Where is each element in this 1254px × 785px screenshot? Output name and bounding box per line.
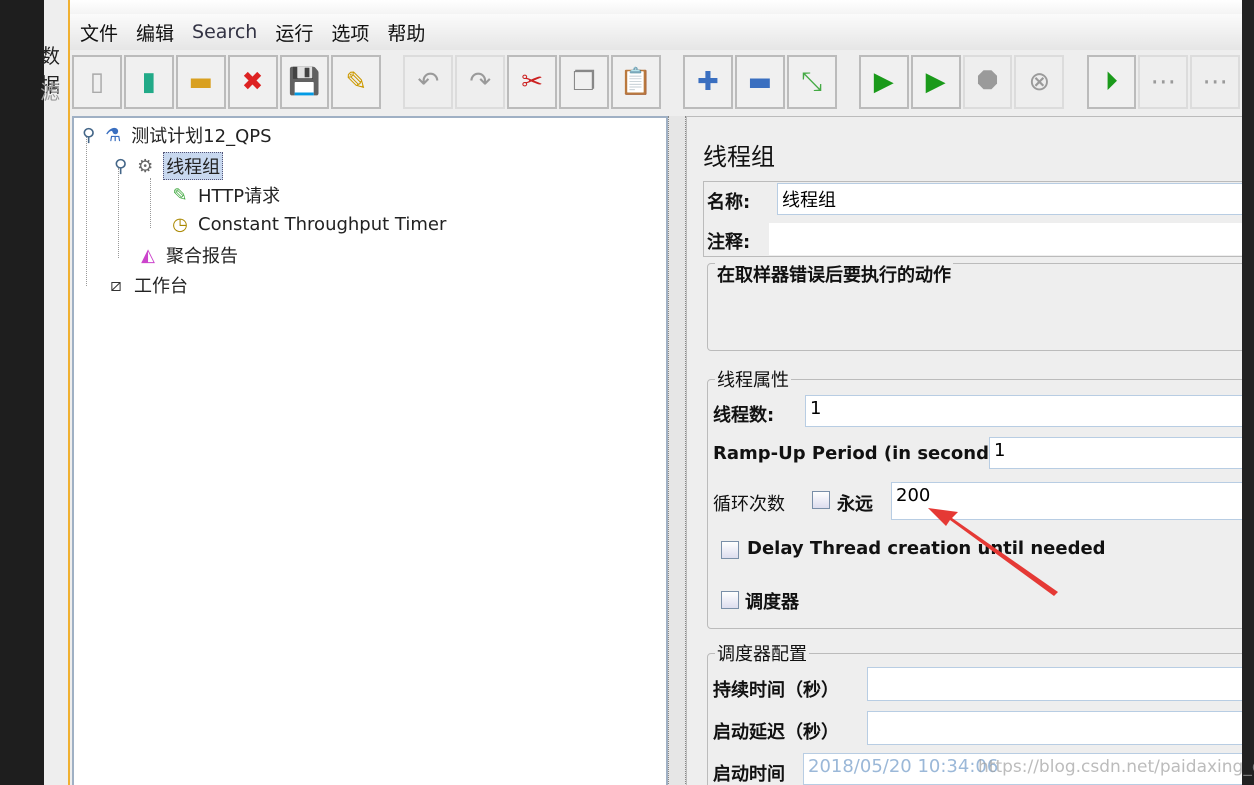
cut-button[interactable]: ✂ xyxy=(507,55,558,109)
tree-node-http-request[interactable]: ✎ HTTP请求 xyxy=(168,182,280,208)
menu-file[interactable]: 文件 xyxy=(80,19,118,46)
redo-button[interactable]: ↷ xyxy=(455,55,506,109)
tree-node-workbench[interactable]: ⧄ 工作台 xyxy=(104,272,188,298)
jmeter-window: 文件 编辑 Search 运行 选项 帮助 ▯ ▮ ▬ ✖ 💾 ✎ ↶ ↷ ✂ … xyxy=(68,0,1242,785)
paste-button[interactable]: 📋 xyxy=(610,55,661,109)
cut-icon: ✂ xyxy=(521,67,544,97)
start-icon: ▶ xyxy=(873,67,894,97)
test-plan-icon: ⚗ xyxy=(105,124,122,146)
duration-label: 持续时间（秒） xyxy=(713,680,839,701)
plus-icon: ✚ xyxy=(697,67,719,97)
rampup-label: Ramp-Up Period (in seconds): xyxy=(713,443,1016,464)
save-icon: 💾 xyxy=(288,67,321,97)
scheduler-checkbox[interactable] xyxy=(721,591,739,609)
menu-options[interactable]: 选项 xyxy=(331,19,369,46)
menu-edit[interactable]: 编辑 xyxy=(136,19,174,46)
workbench-icon: ⧄ xyxy=(110,274,122,296)
thread-properties-legend: 线程属性 xyxy=(715,366,791,392)
remote-start-icon: ⏵ xyxy=(1104,66,1118,97)
thread-group-panel: 线程组 名称: 线程组 注释: 在取样器错误后要执行的动作 线程属性 线程数: … xyxy=(686,116,1242,785)
remote-shutdown-button[interactable]: ⋯ xyxy=(1190,55,1241,109)
threads-field[interactable]: 1 xyxy=(805,395,1242,427)
split-pane-divider[interactable] xyxy=(668,116,686,785)
close-button[interactable]: ✖ xyxy=(227,55,278,109)
tree-node-aggregate-report[interactable]: ◭ 聚合报告 xyxy=(136,242,238,268)
tree-node-test-plan[interactable]: ⚲ ⚗ 测试计划12_QPS xyxy=(82,122,272,148)
loop-count-field[interactable]: 200 xyxy=(891,482,1242,520)
copy-button[interactable]: ❐ xyxy=(559,55,609,109)
remote-shutdown-icon: ⋯ xyxy=(1202,67,1229,97)
new-button[interactable]: ▯ xyxy=(72,55,122,109)
startup-delay-label: 启动延迟（秒） xyxy=(713,722,839,743)
redo-icon: ↷ xyxy=(469,67,492,97)
close-icon: ✖ xyxy=(241,67,264,97)
delay-thread-checkbox[interactable] xyxy=(721,541,739,559)
open-button[interactable]: ▬ xyxy=(175,55,226,109)
toolbar: ▯ ▮ ▬ ✖ 💾 ✎ ↶ ↷ ✂ ❐ 📋 ✚ ▬ ⤡ ▶ ▶ ⯃ ⊗ ⏵ ⋯ … xyxy=(70,52,1242,112)
templates-button[interactable]: ▮ xyxy=(123,55,174,109)
open-icon: ▬ xyxy=(188,67,213,97)
test-plan-tree: ⚲ ⚗ 测试计划12_QPS ⚲ ⚙ 线程组 ✎ HTTP请求 ◷ Constant Thr… xyxy=(72,116,668,785)
page-title: 线程组 xyxy=(703,143,775,171)
remote-start-button[interactable]: ⏵ xyxy=(1086,55,1137,109)
save-as-button[interactable]: ✎ xyxy=(331,55,382,109)
start-no-pause-button[interactable]: ▶ xyxy=(910,55,961,109)
name-field[interactable]: 线程组 xyxy=(777,183,1242,215)
undo-icon: ↶ xyxy=(417,67,440,97)
scheduler-config-legend: 调度器配置 xyxy=(715,640,809,666)
collapse-button[interactable]: ▬ xyxy=(734,55,785,109)
forever-checkbox[interactable] xyxy=(812,491,830,509)
save-button[interactable]: 💾 xyxy=(279,55,330,109)
stop-icon: ⯃ xyxy=(977,66,998,97)
name-label: 名称: xyxy=(707,192,751,213)
error-action-legend: 在取样器错误后要执行的动作 xyxy=(715,261,953,287)
sampler-icon: ✎ xyxy=(172,184,188,206)
remote-stop-button[interactable]: ⋯ xyxy=(1138,55,1189,109)
menu-help[interactable]: 帮助 xyxy=(387,19,425,46)
save-as-icon: ✎ xyxy=(345,67,368,97)
report-icon: ◭ xyxy=(141,244,155,266)
loop-label: 循环次数 xyxy=(713,494,785,515)
shutdown-icon: ⊗ xyxy=(1028,67,1051,97)
stop-button[interactable]: ⯃ xyxy=(962,55,1013,109)
start-no-pause-icon: ▶ xyxy=(925,67,946,97)
shutdown-button[interactable]: ⊗ xyxy=(1014,55,1065,109)
comment-label: 注释: xyxy=(707,232,751,253)
expand-button[interactable]: ✚ xyxy=(683,55,733,109)
menu-bar: 文件 编辑 Search 运行 选项 帮助 xyxy=(70,14,1242,50)
paste-icon: 📋 xyxy=(619,67,653,97)
startup-delay-field[interactable] xyxy=(867,711,1242,745)
rampup-field[interactable]: 1 xyxy=(989,437,1242,469)
gear-icon: ⚙ xyxy=(137,155,154,177)
minus-icon: ▬ xyxy=(747,67,773,97)
title-bar xyxy=(70,0,1242,14)
tree-node-timer[interactable]: ◷ Constant Throughput Timer xyxy=(168,212,446,236)
new-icon: ▯ xyxy=(89,67,105,97)
toggle-icon: ⤡ xyxy=(801,66,823,97)
background-window: 数据 滤 xyxy=(40,0,70,785)
start-button[interactable]: ▶ xyxy=(858,55,909,109)
comment-field[interactable] xyxy=(769,223,1242,255)
menu-search[interactable]: Search xyxy=(192,21,257,43)
delay-thread-label: Delay Thread creation until needed xyxy=(747,538,1106,559)
forever-label: 永远 xyxy=(837,494,873,515)
start-time-label: 启动时间 xyxy=(713,764,785,785)
menu-run[interactable]: 运行 xyxy=(275,19,313,46)
tree-node-thread-group[interactable]: ⚲ ⚙ 线程组 xyxy=(114,152,224,180)
watermark: https://blog.csdn.net/paidaxing_dashu xyxy=(978,757,1254,777)
scheduler-label: 调度器 xyxy=(745,592,799,613)
timer-icon: ◷ xyxy=(172,213,188,235)
copy-icon: ❐ xyxy=(572,67,596,97)
duration-field[interactable] xyxy=(867,667,1242,701)
screen-edge xyxy=(1242,0,1254,785)
templates-icon: ▮ xyxy=(141,67,156,97)
toggle-button[interactable]: ⤡ xyxy=(786,55,837,109)
undo-button[interactable]: ↶ xyxy=(403,55,454,109)
bg-fragment: 滤 xyxy=(40,80,60,104)
remote-stop-icon: ⋯ xyxy=(1150,67,1177,97)
threads-label: 线程数: xyxy=(713,405,775,426)
